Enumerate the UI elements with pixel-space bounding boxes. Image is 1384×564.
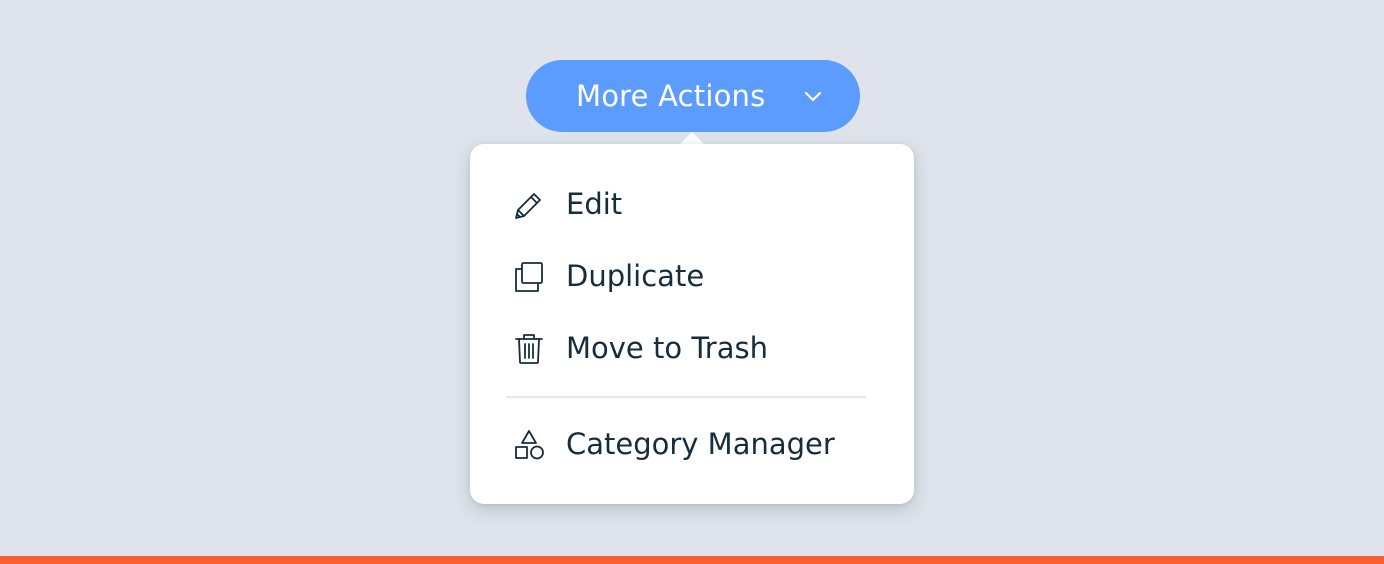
menu-divider [506, 396, 866, 398]
menu-item-label: Move to Trash [566, 331, 768, 365]
menu-item-move-to-trash[interactable]: Move to Trash [470, 312, 914, 384]
pencil-icon [515, 193, 541, 219]
menu-item-duplicate[interactable]: Duplicate [470, 240, 914, 312]
actions-menu: Edit Duplicate Move to Trash Category Ma… [470, 144, 914, 504]
chevron-down-icon [804, 91, 822, 102]
duplicate-icon [515, 262, 543, 292]
menu-item-category-manager[interactable]: Category Manager [470, 408, 914, 480]
more-actions-label: More Actions [576, 79, 766, 113]
more-actions-button[interactable]: More Actions [526, 60, 860, 132]
menu-item-edit[interactable]: Edit [470, 168, 914, 240]
menu-item-label: Duplicate [566, 259, 705, 293]
menu-item-label: Edit [566, 187, 623, 221]
menu-item-label: Category Manager [566, 427, 835, 461]
trash-icon [515, 334, 543, 364]
popover-caret [680, 132, 704, 144]
canvas: More Actions Edit Duplicate Move to Tras… [0, 0, 1384, 564]
bottom-accent-strip [0, 556, 1384, 564]
shapes-icon [515, 430, 544, 460]
